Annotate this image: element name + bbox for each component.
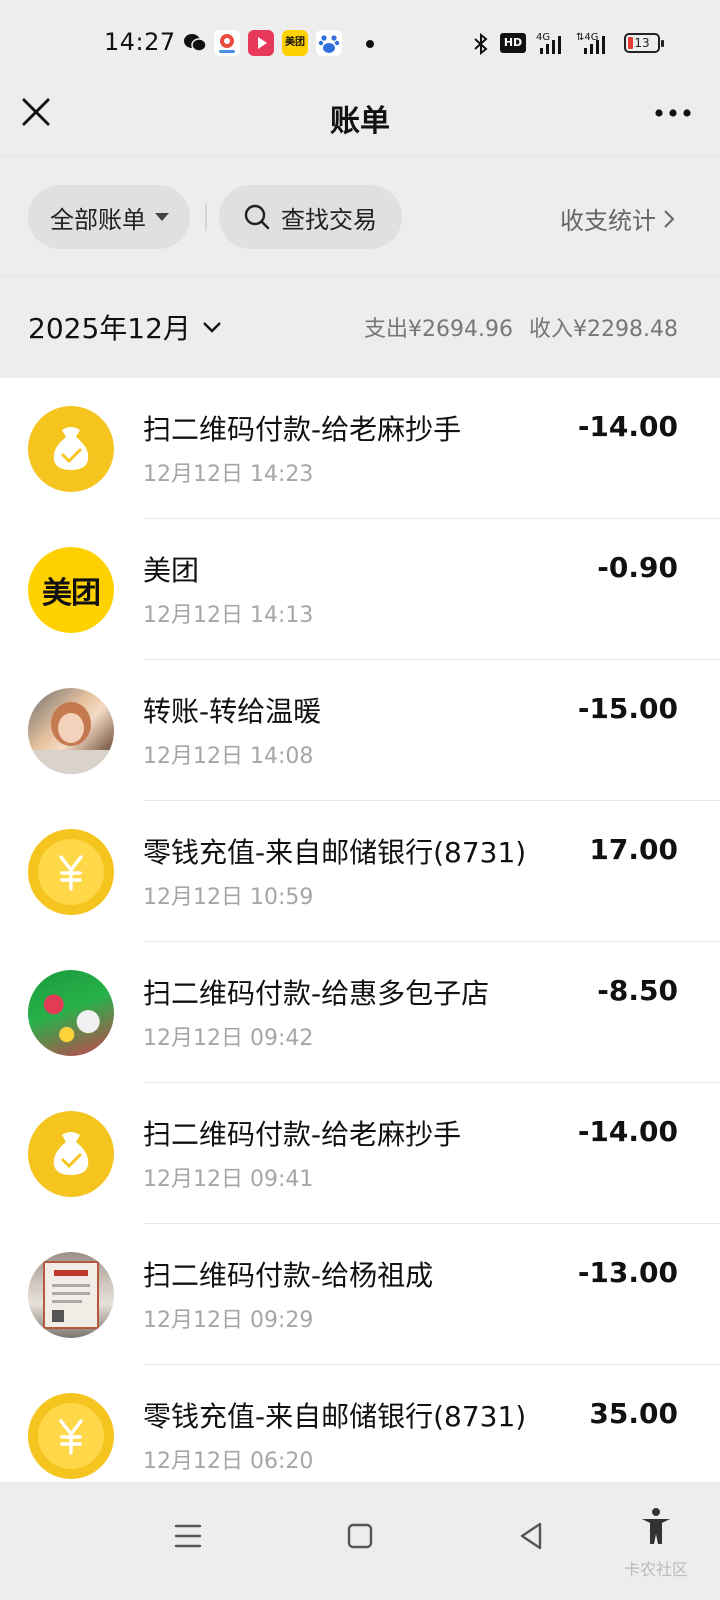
- transaction-amount: -8.50: [597, 974, 678, 1007]
- income-expense-stats-link[interactable]: 收支统计: [560, 201, 676, 236]
- transaction-row[interactable]: 扫二维码付款-给惠多包子店 12月12日 09:42 -8.50: [0, 942, 720, 1083]
- yuan-coin-icon: [28, 829, 114, 915]
- transaction-amount: 17.00: [589, 833, 678, 866]
- hd-icon: HD: [500, 33, 526, 53]
- transaction-time: 12月12日 14:13: [143, 603, 314, 628]
- search-icon: [244, 204, 270, 230]
- 4g-signal-icon: 4G: [536, 32, 561, 54]
- transaction-amount: 35.00: [589, 1397, 678, 1430]
- back-icon[interactable]: [512, 1516, 552, 1556]
- transaction-row[interactable]: 转账-转给温暖 12月12日 14:08 -15.00: [0, 660, 720, 801]
- transaction-amount: -15.00: [577, 692, 678, 725]
- expense-total: 支出¥2694.96: [364, 317, 514, 342]
- transaction-row[interactable]: 美团 美团 12月12日 14:13 -0.90: [0, 519, 720, 660]
- meituan-app-icon: 美团: [282, 30, 308, 56]
- month-label: 2025年12月: [28, 312, 191, 345]
- yuan-coin-icon: [28, 1393, 114, 1479]
- status-bar: 14:27 美团 HD 4G ⇅4G 13: [0, 0, 720, 88]
- map-app-icon: [214, 30, 240, 56]
- bluetooth-icon: [474, 32, 488, 56]
- transaction-row[interactable]: 零钱充值-来自邮储银行(8731) 12月12日 10:59 17.00: [0, 801, 720, 942]
- video-app-icon: [248, 30, 274, 56]
- baidu-app-icon: [316, 30, 342, 56]
- transaction-time: 12月12日 06:20: [143, 1449, 314, 1474]
- meituan-logo-text: 美团: [42, 576, 101, 611]
- page-title: 账单: [330, 104, 390, 139]
- home-icon[interactable]: [340, 1516, 380, 1556]
- stats-label: 收支统计: [560, 207, 656, 235]
- battery-icon: 13: [624, 33, 664, 53]
- svg-text:4G: 4G: [536, 32, 550, 43]
- transaction-time: 12月12日 14:23: [143, 462, 314, 487]
- transaction-title: 转账-转给温暖: [143, 695, 322, 728]
- wechat-icon: [184, 34, 207, 52]
- month-selector[interactable]: 2025年12月: [28, 307, 223, 347]
- transaction-row[interactable]: 扫二维码付款-给杨祖成 12月12日 09:29 -13.00: [0, 1224, 720, 1365]
- income-total: 收入¥2298.48: [529, 317, 678, 342]
- transaction-title: 扫二维码付款-给惠多包子店: [143, 977, 490, 1010]
- money-bag-icon: [28, 1111, 114, 1197]
- transaction-title: 扫二维码付款-给老麻抄手: [143, 1118, 462, 1151]
- transaction-time: 12月12日 14:08: [143, 744, 314, 769]
- accessibility-icon[interactable]: [636, 1506, 676, 1546]
- chevron-right-icon: [664, 209, 675, 228]
- transaction-amount: -13.00: [577, 1256, 678, 1289]
- svg-text:⇅4G: ⇅4G: [576, 32, 599, 43]
- transaction-row[interactable]: 扫二维码付款-给老麻抄手 12月12日 14:23 -14.00: [0, 378, 720, 519]
- transaction-row[interactable]: 零钱充值-来自邮储银行(8731) 12月12日 06:20 35.00: [0, 1365, 720, 1482]
- transaction-time: 12月12日 09:29: [143, 1308, 314, 1333]
- user-photo: [28, 688, 114, 774]
- transaction-amount: -0.90: [597, 551, 678, 584]
- transaction-title: 扫二维码付款-给杨祖成: [143, 1259, 434, 1292]
- money-bag-icon: [28, 406, 114, 492]
- more-icon[interactable]: [652, 98, 694, 128]
- transaction-title: 零钱充值-来自邮储银行(8731): [143, 836, 527, 869]
- search-transactions-button[interactable]: 查找交易: [219, 185, 402, 249]
- transaction-title: 美团: [143, 554, 200, 587]
- transaction-amount: -14.00: [577, 1115, 678, 1148]
- transaction-title: 零钱充值-来自邮储银行(8731): [143, 1400, 527, 1433]
- notification-dot: [366, 40, 374, 48]
- meituan-logo: 美团: [28, 547, 114, 633]
- transaction-amount: -14.00: [577, 410, 678, 443]
- merchant-photo: [28, 970, 114, 1056]
- transaction-time: 12月12日 09:42: [143, 1026, 314, 1051]
- transaction-time: 12月12日 09:41: [143, 1167, 314, 1192]
- caret-down-icon: [155, 213, 169, 221]
- watermark: 卡农社区: [623, 1560, 688, 1579]
- transaction-list: 扫二维码付款-给老麻抄手 12月12日 14:23 -14.00 美团 美团 1…: [0, 378, 720, 1482]
- filter-bar: 全部账单 查找交易 收支统计: [0, 156, 720, 276]
- menu-icon[interactable]: [168, 1516, 208, 1556]
- system-navigation-bar: [0, 1482, 720, 1600]
- transaction-title: 扫二维码付款-给老麻抄手: [143, 413, 462, 446]
- 4g-signal-icon: ⇅4G: [576, 32, 605, 54]
- transaction-time: 12月12日 10:59: [143, 885, 314, 910]
- battery-level: 13: [634, 36, 650, 50]
- search-label: 查找交易: [281, 205, 377, 234]
- all-bills-label: 全部账单: [50, 205, 146, 234]
- all-bills-filter[interactable]: 全部账单: [28, 185, 190, 249]
- merchant-photo: [28, 1252, 114, 1338]
- month-header: 2025年12月 支出¥2694.96 收入¥2298.48: [0, 276, 720, 378]
- month-summary: 支出¥2694.96 收入¥2298.48: [364, 311, 678, 343]
- chevron-down-icon: [203, 322, 221, 333]
- transaction-row[interactable]: 扫二维码付款-给老麻抄手 12月12日 09:41 -14.00: [0, 1083, 720, 1224]
- filter-divider: [205, 203, 207, 231]
- title-bar: 账单: [0, 88, 720, 156]
- status-time: 14:27: [104, 28, 176, 56]
